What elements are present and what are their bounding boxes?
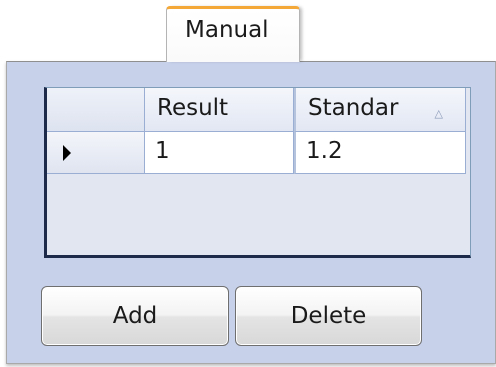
tab-manual-label: Manual — [185, 17, 269, 43]
column-header-standar[interactable]: Standar △ — [294, 88, 466, 132]
sort-ascending-icon: △ — [434, 107, 443, 120]
cell-result[interactable]: 1 — [145, 132, 294, 174]
tab-panel: Result Standar △ 1 1.2 Add Delete — [6, 61, 496, 364]
column-header-standar-label: Standar — [308, 95, 399, 121]
column-header-result[interactable]: Result — [145, 88, 294, 132]
grid-header-row: Result Standar △ — [47, 88, 466, 132]
current-row-arrow-icon — [63, 145, 71, 161]
tab-manual[interactable]: Manual — [166, 6, 300, 62]
row-header[interactable] — [47, 132, 145, 174]
add-button[interactable]: Add — [41, 286, 229, 346]
table-row[interactable]: 1 1.2 — [47, 132, 466, 174]
column-header-result-label: Result — [157, 95, 229, 121]
cell-standar[interactable]: 1.2 — [294, 132, 466, 174]
grid-corner-header[interactable] — [47, 88, 145, 132]
data-grid[interactable]: Result Standar △ 1 1.2 — [44, 87, 471, 258]
cell-standar-value: 1.2 — [306, 138, 343, 164]
cell-result-value: 1 — [155, 138, 170, 164]
delete-button[interactable]: Delete — [235, 286, 422, 346]
